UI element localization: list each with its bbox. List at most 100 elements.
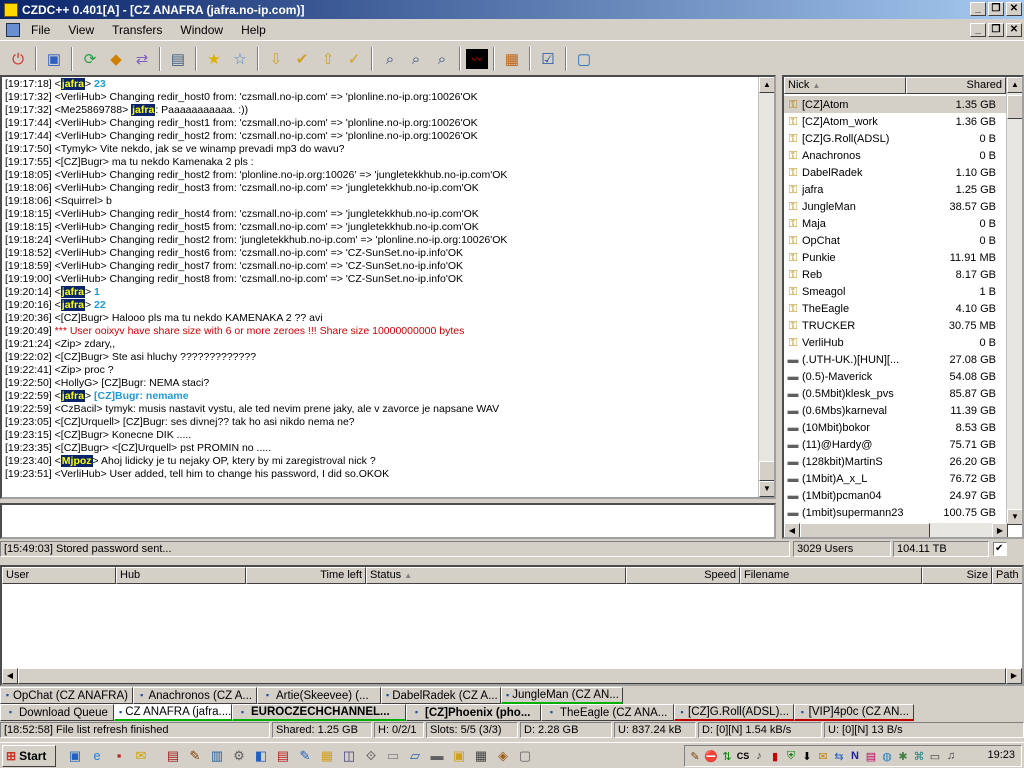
user-list[interactable]: Nick ▲ Shared ⚿ [CZ]Atom 1.35 GB ⚿ [CZ]Atom_… bbox=[782, 75, 1024, 539]
chat-nick-highlight[interactable]: jafra bbox=[60, 286, 85, 298]
menu-view[interactable]: View bbox=[59, 23, 103, 37]
user-row[interactable]: ⚿ Anachronos 0 B bbox=[784, 147, 1008, 164]
app5-icon[interactable]: ◧ bbox=[250, 745, 272, 767]
app16-icon[interactable]: ◈ bbox=[492, 745, 514, 767]
transfers-hscroll-thumb[interactable] bbox=[18, 668, 1006, 684]
user-row[interactable]: ▬ (1mbit)supermann23 100.75 GB bbox=[784, 504, 1008, 521]
col-size[interactable]: Size bbox=[922, 567, 992, 584]
hub-icon[interactable]: ▣ bbox=[42, 47, 66, 71]
chat-scrollbar[interactable]: ▲ ▼ bbox=[758, 77, 774, 497]
start-button[interactable]: ⊞ Start bbox=[2, 744, 56, 767]
user-scroll-left-button[interactable]: ◀ bbox=[784, 523, 800, 537]
app7-icon[interactable]: ✎ bbox=[294, 745, 316, 767]
download-queue-icon[interactable]: ⇩ bbox=[264, 47, 288, 71]
user-row[interactable]: ▬ (0.5)-Maverick 54.08 GB bbox=[784, 368, 1008, 385]
user-scroll-down-button[interactable]: ▼ bbox=[1007, 509, 1022, 525]
tray-gear-icon[interactable]: ✱ bbox=[895, 748, 911, 764]
col-speed[interactable]: Speed bbox=[626, 567, 740, 584]
user-row[interactable]: ▬ (1Mbit)A_x_L 76.72 GB bbox=[784, 470, 1008, 487]
favorite-icon[interactable]: ★ bbox=[202, 47, 226, 71]
tray-download-icon[interactable]: ⬇ bbox=[799, 748, 815, 764]
tab-tabs-row1-2[interactable]: ▪ Artie(Skeevee) (... bbox=[257, 687, 381, 704]
col-user[interactable]: User bbox=[2, 567, 116, 584]
user-scroll-up-button[interactable]: ▲ bbox=[1007, 77, 1022, 93]
user-row[interactable]: ▬ (1Mbit)pcman04 24.97 GB bbox=[784, 487, 1008, 504]
tray-network-icon[interactable]: ⇆ bbox=[831, 748, 847, 764]
desktop-icon[interactable]: ▣ bbox=[64, 745, 86, 767]
chat-nick-highlight[interactable]: jafra bbox=[60, 390, 85, 402]
refresh-icon[interactable]: ⟳ bbox=[78, 47, 102, 71]
user-hscroll-thumb[interactable] bbox=[800, 523, 930, 537]
col-status[interactable]: Status ▲ bbox=[366, 567, 626, 584]
tray-lan-icon[interactable]: ⌘ bbox=[911, 748, 927, 764]
user-row[interactable]: ▬ (11)@Hardy@ 75.71 GB bbox=[784, 436, 1008, 453]
user-row[interactable]: ▬ (0.5Mbit)klesk_pvs 85.87 GB bbox=[784, 385, 1008, 402]
app10-icon[interactable]: ⟐ bbox=[360, 745, 382, 767]
title-bar[interactable]: CZDC++ 0.401[A] - [CZ ANAFRA (jafra.no-i… bbox=[0, 0, 1024, 19]
tab-tabs-row2-3[interactable]: ▪ [CZ]Phoenix (pho... bbox=[406, 704, 541, 721]
user-row[interactable]: ⚿ OpChat 0 B bbox=[784, 232, 1008, 249]
minimize-button[interactable]: _ bbox=[970, 2, 986, 16]
settings-icon[interactable]: ☑ bbox=[536, 47, 560, 71]
user-scroll-thumb[interactable] bbox=[1007, 95, 1022, 119]
tray-globe-icon[interactable]: ◍ bbox=[879, 748, 895, 764]
scroll-up-button[interactable]: ▲ bbox=[759, 77, 774, 93]
app1-icon[interactable]: ▤ bbox=[162, 745, 184, 767]
transfers-scroll-right-button[interactable]: ▶ bbox=[1006, 668, 1022, 684]
mdi-document-icon[interactable] bbox=[6, 22, 20, 37]
mdi-restore-button[interactable]: ❐ bbox=[988, 23, 1004, 37]
tray-n-icon[interactable]: N bbox=[847, 748, 863, 764]
app6-icon[interactable]: ▤ bbox=[272, 745, 294, 767]
col-filename[interactable]: Filename bbox=[740, 567, 922, 584]
app3-icon[interactable]: ▥ bbox=[206, 745, 228, 767]
tab-tabs-row1-1[interactable]: ▪ Anachronos (CZ A... bbox=[133, 687, 257, 704]
tab-tabs-row2-2[interactable]: ▪ EUROCZECHCHANNEL... bbox=[232, 704, 406, 721]
app15-icon[interactable]: ▦ bbox=[470, 745, 492, 767]
app12-icon[interactable]: ▱ bbox=[404, 745, 426, 767]
user-row[interactable]: ▬ (10Mbit)bokor 8.53 GB bbox=[784, 419, 1008, 436]
user-row[interactable]: ⚿ [CZ]Atom_work 1.36 GB bbox=[784, 113, 1008, 130]
userlist-scrollbar[interactable]: ▲ ▼ bbox=[1006, 77, 1022, 525]
tray-pen-icon[interactable]: ✎ bbox=[687, 748, 703, 764]
ie-icon[interactable]: e bbox=[86, 745, 108, 767]
chat-area[interactable]: [19:17:18] <jafra> 23 [19:17:32] <VerliHu… bbox=[0, 75, 776, 499]
follow-icon[interactable]: ⇄ bbox=[130, 47, 154, 71]
userlist-hscrollbar[interactable]: ◀ ▶ bbox=[784, 523, 1008, 537]
app9-icon[interactable]: ◫ bbox=[338, 745, 360, 767]
open-list-icon[interactable]: ▦ bbox=[500, 47, 524, 71]
tab-tabs-row1-4[interactable]: ▪ JungleMan (CZ AN... bbox=[501, 687, 623, 704]
tab-tabs-row2-1[interactable]: ▪ CZ ANAFRA (jafra.... bbox=[114, 704, 232, 721]
finished-icon[interactable]: ✔ bbox=[290, 47, 314, 71]
user-row[interactable]: ▬ (128kbit)MartinS 26.20 GB bbox=[784, 453, 1008, 470]
tray-speaker-icon[interactable]: ♫ bbox=[943, 748, 959, 764]
user-row[interactable]: ▬ (.UTH-UK.)[HUN][... 27.08 GB bbox=[784, 351, 1008, 368]
user-row[interactable]: ⚿ TheEagle 4.10 GB bbox=[784, 300, 1008, 317]
transfers-hscrollbar[interactable]: ◀ ▶ bbox=[2, 668, 1022, 684]
menu-file[interactable]: File bbox=[22, 23, 59, 37]
app14-icon[interactable]: ▣ bbox=[448, 745, 470, 767]
transfers-list[interactable]: User Hub Time left Status ▲ Speed Filena… bbox=[0, 565, 1024, 686]
mdi-minimize-button[interactable]: _ bbox=[970, 23, 986, 37]
col-path[interactable]: Path bbox=[992, 567, 1022, 584]
tray-monitor-icon[interactable]: ▭ bbox=[927, 748, 943, 764]
tray-mail-icon[interactable]: ✉ bbox=[815, 748, 831, 764]
col-hub[interactable]: Hub bbox=[116, 567, 246, 584]
search-icon[interactable]: ⌕ bbox=[378, 47, 402, 71]
power-icon[interactable]: ⏻ bbox=[6, 47, 30, 71]
col-timeleft[interactable]: Time left bbox=[246, 567, 366, 584]
adl-search-icon[interactable]: ⌕ bbox=[404, 47, 428, 71]
tray-chart-icon[interactable]: ▤ bbox=[863, 748, 879, 764]
chat-nick-highlight[interactable]: jafra bbox=[60, 78, 85, 90]
menu-transfers[interactable]: Transfers bbox=[103, 23, 171, 37]
tab-tabs-row1-3[interactable]: ▪ DabelRadek (CZ A... bbox=[381, 687, 501, 704]
tab-tabs-row2-6[interactable]: ▪ [VIP]4p0c (CZ AN... bbox=[794, 704, 914, 721]
show-users-checkbox[interactable]: ✔ bbox=[993, 542, 1007, 556]
user-row[interactable]: ⚿ Smeagol 1 B bbox=[784, 283, 1008, 300]
app8-icon[interactable]: ▦ bbox=[316, 745, 338, 767]
finished-uploads-icon[interactable]: ✓ bbox=[342, 47, 366, 71]
tray-shield-icon[interactable]: ⛨ bbox=[783, 748, 799, 764]
reconnect-icon[interactable]: ◆ bbox=[104, 47, 128, 71]
close-button[interactable]: ✕ bbox=[1006, 2, 1022, 16]
upload-queue-icon[interactable]: ⇧ bbox=[316, 47, 340, 71]
menu-help[interactable]: Help bbox=[232, 23, 275, 37]
